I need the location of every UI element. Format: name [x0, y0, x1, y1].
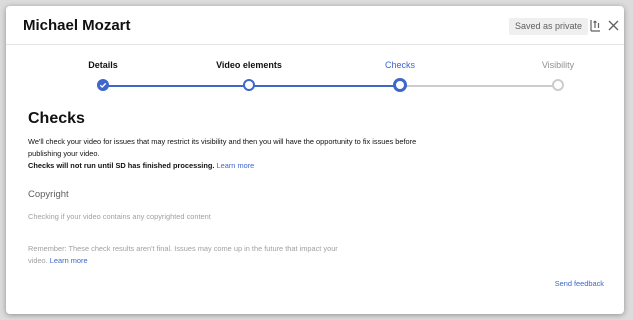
close-icon[interactable] — [606, 18, 620, 32]
step-details-label[interactable]: Details — [88, 60, 118, 70]
reminder-learn-more-link[interactable]: Learn more — [50, 256, 88, 265]
saved-status-badge: Saved as private — [509, 18, 589, 35]
copyright-section-title: Copyright — [28, 189, 69, 200]
page-title: Checks — [28, 110, 85, 127]
processing-note: Checks will not run until SD has finishe… — [28, 160, 448, 172]
checks-intro: We'll check your video for issues that m… — [28, 137, 417, 158]
reminder-note: Remember: These check results aren't fin… — [28, 243, 358, 267]
channel-name: Michael Mozart — [23, 17, 131, 34]
send-feedback-link[interactable]: Send feedback — [555, 279, 604, 288]
upload-stepper: Details Video elements Checks Visibility — [6, 50, 624, 100]
processing-learn-more-link[interactable]: Learn more — [217, 161, 255, 170]
step-visibility-dot[interactable] — [552, 79, 564, 91]
step-checks-label[interactable]: Checks — [385, 60, 415, 70]
report-issue-icon[interactable] — [588, 18, 602, 32]
step-checks-dot[interactable] — [393, 78, 407, 92]
checks-content: Checks We'll check your video for issues… — [28, 110, 448, 267]
step-visibility-label[interactable]: Visibility — [542, 60, 574, 70]
stepper-remaining-line — [400, 85, 558, 87]
dialog-header: Michael Mozart Saved as private — [6, 6, 624, 45]
copyright-status: Checking if your video contains any copy… — [28, 212, 211, 221]
step-video-elements-label[interactable]: Video elements — [216, 60, 282, 70]
processing-note-text: Checks will not run until SD has finishe… — [28, 161, 215, 170]
upload-dialog: Michael Mozart Saved as private Details … — [6, 6, 624, 314]
step-details-check-icon[interactable] — [97, 79, 109, 91]
step-video-elements-dot[interactable] — [243, 79, 255, 91]
